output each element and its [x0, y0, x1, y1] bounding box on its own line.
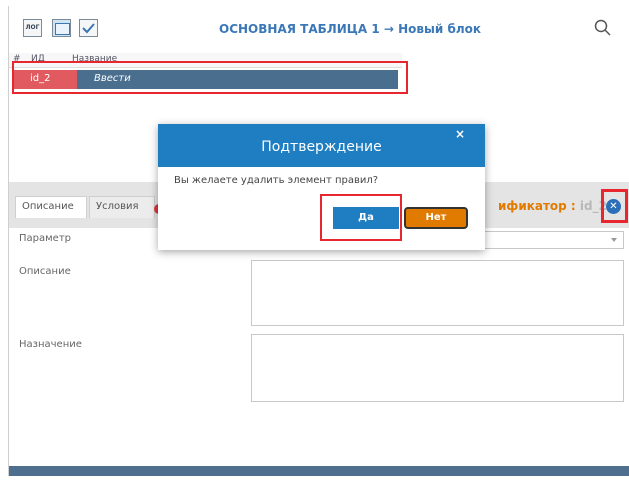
- close-icon[interactable]: ×: [455, 127, 465, 141]
- no-button[interactable]: Нет: [404, 207, 468, 229]
- dialog-message: Вы желаете удалить элемент правил?: [174, 175, 379, 186]
- dialog-header: Подтверждение ×: [158, 124, 485, 167]
- modal-overlay: Подтверждение × Вы желаете удалить элеме…: [0, 0, 629, 482]
- dialog-title: Подтверждение: [261, 139, 382, 155]
- yes-highlight: [320, 194, 402, 241]
